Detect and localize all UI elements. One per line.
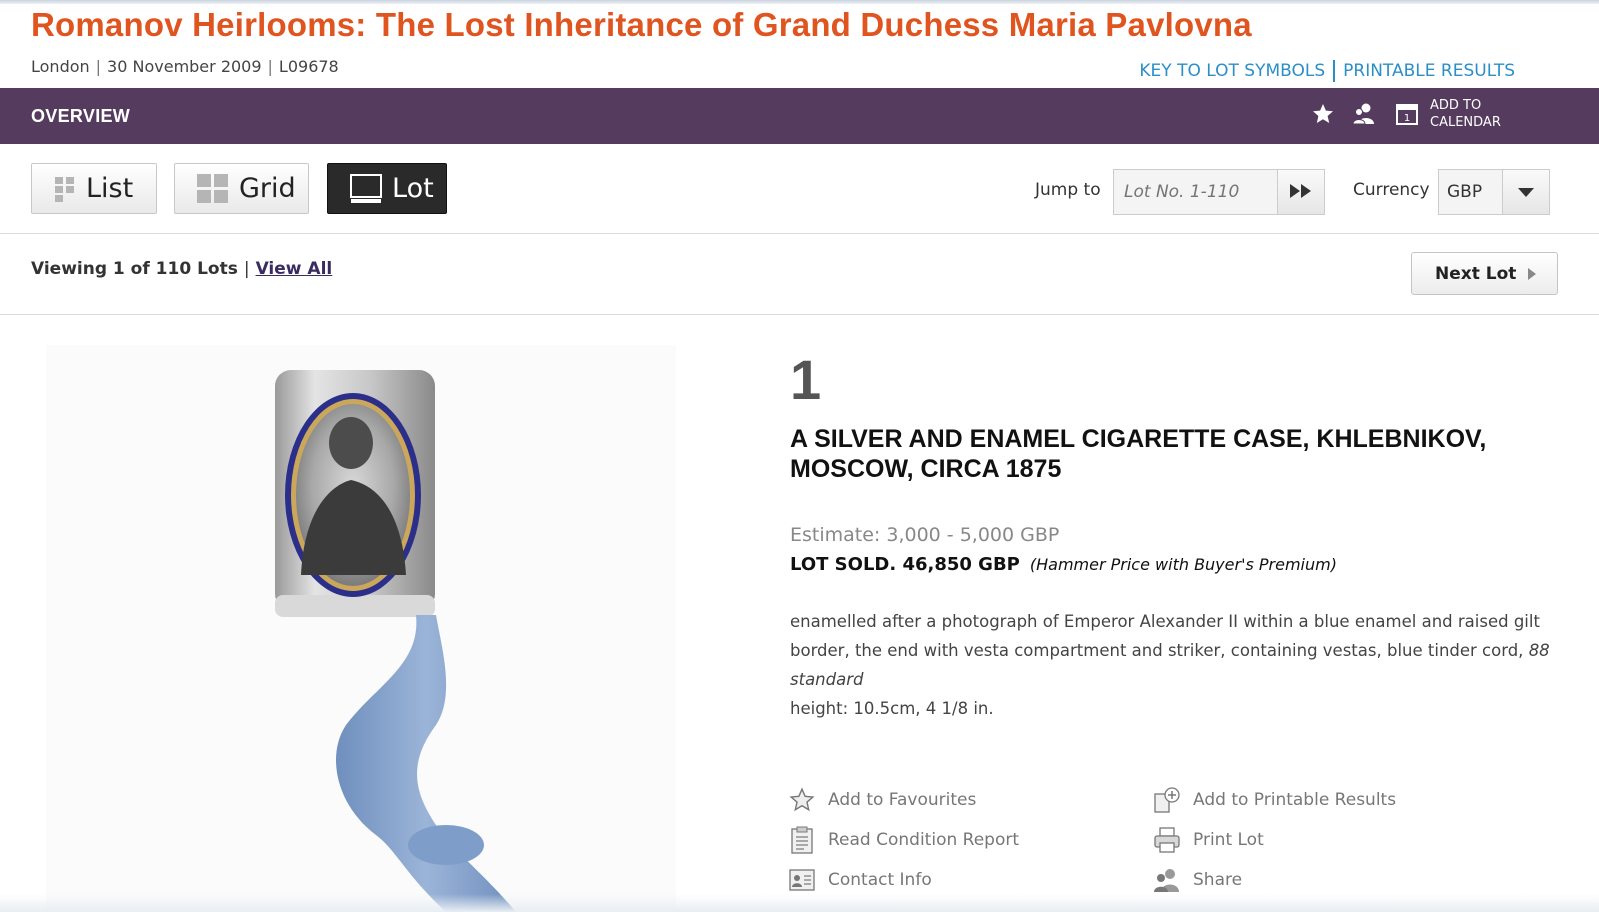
sale-location: London (31, 57, 90, 76)
printer-icon (1153, 826, 1181, 854)
viewing-status: Viewing 1 of 110 Lots | View All (31, 259, 332, 279)
calendar-icon[interactable]: 1 (1392, 99, 1422, 129)
user-add-icon[interactable] (1350, 99, 1380, 129)
currency-select[interactable]: GBP (1438, 169, 1502, 215)
share-link[interactable]: Share (1153, 866, 1242, 894)
list-view-label: List (86, 173, 134, 204)
add-to-calendar-link[interactable]: ADD TO CALENDAR (1430, 97, 1502, 131)
next-lot-button[interactable]: Next Lot (1411, 252, 1558, 295)
divider (0, 233, 1599, 234)
lot-description: enamelled after a photograph of Emperor … (790, 607, 1550, 723)
currency-label: Currency (1353, 180, 1430, 200)
lot-image[interactable] (46, 345, 676, 912)
top-links: KEY TO LOT SYMBOLS PRINTABLE RESULTS (1139, 60, 1515, 82)
key-to-lot-symbols-link[interactable]: KEY TO LOT SYMBOLS (1139, 61, 1325, 81)
print-lot-link[interactable]: Print Lot (1153, 826, 1264, 854)
lot-height: height: 10.5cm, 4 1/8 in. (790, 699, 994, 718)
lot-estimate: Estimate: 3,000 - 5,000 GBP (790, 524, 1060, 546)
sale-title: Romanov Heirlooms: The Lost Inheritance … (31, 6, 1252, 43)
star-outline-icon (788, 786, 816, 814)
overview-tab[interactable]: OVERVIEW (31, 106, 130, 127)
lot-title: A SILVER AND ENAMEL CIGARETTE CASE, KHLE… (790, 425, 1487, 483)
lot-view-icon (350, 173, 382, 204)
description-text: enamelled after a photograph of Emperor … (790, 612, 1540, 660)
list-view-button[interactable]: List (31, 163, 157, 214)
grid-icon (197, 173, 229, 204)
jump-to-label: Jump to (1035, 180, 1101, 200)
viewing-separator: | (243, 259, 250, 279)
view-all-link[interactable]: View All (256, 259, 333, 279)
sale-code: L09678 (278, 57, 339, 76)
chevron-right-icon (1528, 267, 1537, 280)
sale-meta: London | 30 November 2009 | L09678 (31, 57, 339, 76)
print-lot-label: Print Lot (1193, 830, 1264, 850)
read-condition-report-label: Read Condition Report (828, 830, 1020, 850)
lot-view-label: Lot (392, 173, 434, 204)
lot-number-input[interactable] (1113, 169, 1277, 215)
top-border (0, 0, 1599, 4)
window-bottom-edge (0, 894, 1599, 912)
currency-dropdown-button[interactable] (1502, 169, 1550, 215)
add-to-favourites-link[interactable]: Add to Favourites (788, 786, 976, 814)
add-to-printable-results-label: Add to Printable Results (1193, 790, 1397, 810)
svg-text:1: 1 (1404, 113, 1410, 124)
next-lot-label: Next Lot (1435, 263, 1517, 284)
sold-price: LOT SOLD. 46,850 GBP (790, 554, 1020, 575)
contact-card-icon (788, 866, 816, 894)
chevron-down-icon (1518, 183, 1534, 202)
lot-number: 1 (790, 348, 822, 411)
printable-results-link[interactable]: PRINTABLE RESULTS (1343, 61, 1515, 81)
overview-bar: OVERVIEW 1 ADD TO CALENDAR (0, 88, 1599, 144)
lot-view-button[interactable]: Lot (327, 163, 447, 214)
jump-go-button[interactable] (1277, 169, 1325, 215)
add-document-icon (1153, 786, 1181, 814)
sale-date: 30 November 2009 (107, 57, 262, 76)
meta-separator: | (267, 57, 273, 76)
contact-info-label: Contact Info (828, 870, 932, 890)
share-label: Share (1193, 870, 1243, 890)
list-icon (54, 175, 76, 203)
overview-actions: 1 ADD TO CALENDAR (1296, 97, 1502, 131)
fast-forward-icon (1290, 183, 1312, 202)
link-divider (1333, 60, 1336, 82)
sold-price-note: (Hammer Price with Buyer's Premium) (1029, 555, 1337, 574)
read-condition-report-link[interactable]: Read Condition Report (788, 826, 1019, 854)
divider (0, 314, 1599, 315)
grid-view-label: Grid (239, 173, 296, 204)
star-icon[interactable] (1308, 99, 1338, 129)
contact-info-link[interactable]: Contact Info (788, 866, 932, 894)
meta-separator: | (95, 57, 102, 76)
share-people-icon (1153, 866, 1181, 894)
add-to-favourites-label: Add to Favourites (828, 790, 977, 810)
add-to-printable-results-link[interactable]: Add to Printable Results (1153, 786, 1396, 814)
viewing-count: Viewing 1 of 110 Lots (31, 259, 238, 279)
clipboard-icon (788, 826, 816, 854)
lot-sold: LOT SOLD. 46,850 GBP (Hammer Price with B… (790, 554, 1337, 575)
grid-view-button[interactable]: Grid (174, 163, 309, 214)
